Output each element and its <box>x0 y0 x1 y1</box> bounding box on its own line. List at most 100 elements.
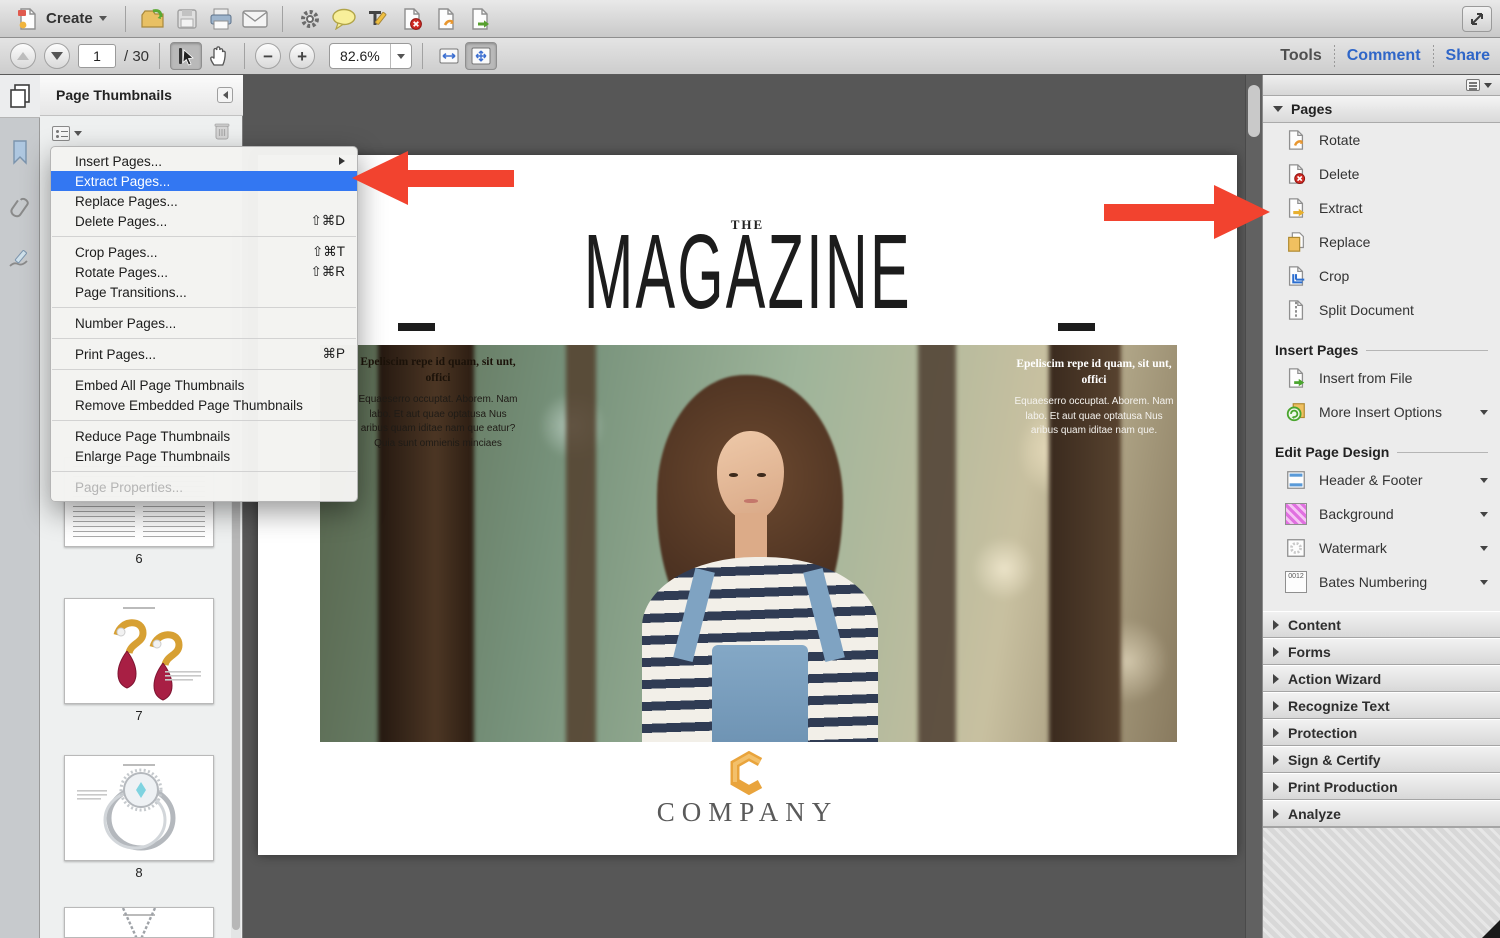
split-document-tool[interactable]: Split Document <box>1263 293 1500 327</box>
zoom-level-value: 82.6% <box>330 48 390 64</box>
page-total-label: / 30 <box>124 48 149 65</box>
forms-section-header[interactable]: Forms <box>1263 638 1500 665</box>
settings-button[interactable] <box>293 4 327 34</box>
caption-title: Epeliscim repe id quam, sit unt, offici <box>1014 357 1174 388</box>
share-tab[interactable]: Share <box>1446 47 1490 65</box>
crop-pages-tool[interactable]: Crop <box>1263 259 1500 293</box>
hand-tool-button[interactable] <box>202 42 234 70</box>
more-insert-options-tool[interactable]: More Insert Options <box>1263 395 1500 429</box>
analyze-section-header[interactable]: Analyze <box>1263 800 1500 827</box>
menu-item-reduce-thumbnails[interactable]: Reduce Page Thumbnails <box>51 426 357 446</box>
menu-item-crop-pages[interactable]: Crop Pages... ⇧⌘T <box>51 242 357 262</box>
menu-item-insert-pages[interactable]: Insert Pages... <box>51 151 357 171</box>
chevron-down-icon[interactable] <box>1484 83 1492 88</box>
extract-pages-button[interactable] <box>463 4 497 34</box>
previous-page-button[interactable] <box>10 43 36 69</box>
fit-width-button[interactable] <box>433 42 465 70</box>
fullscreen-toggle-button[interactable] <box>1462 6 1492 32</box>
thumbnail-page-7[interactable] <box>64 598 214 704</box>
extract-pages-tool[interactable]: Extract <box>1263 191 1500 225</box>
disclosure-right-icon <box>1273 782 1279 792</box>
select-tool-button[interactable] <box>170 42 202 70</box>
rotate-pages-tool[interactable]: Rotate <box>1263 123 1500 157</box>
background-icon <box>1285 503 1307 525</box>
chevron-down-icon <box>99 16 107 21</box>
collapse-panel-button[interactable] <box>217 87 233 103</box>
eye <box>757 473 766 477</box>
create-button[interactable]: Create <box>8 5 115 33</box>
print-button[interactable] <box>204 4 238 34</box>
menu-item-extract-pages[interactable]: Extract Pages... <box>51 171 357 191</box>
delete-pages-button[interactable] <box>395 4 429 34</box>
divider <box>1334 45 1335 67</box>
thumbnail-page-8[interactable] <box>64 755 214 861</box>
menu-item-delete-pages[interactable]: Delete Pages... ⇧⌘D <box>51 211 357 231</box>
open-file-button[interactable] <box>136 4 170 34</box>
menu-item-remove-embedded-thumbnails[interactable]: Remove Embedded Page Thumbnails <box>51 395 357 415</box>
menu-item-print-pages[interactable]: Print Pages... ⌘P <box>51 344 357 364</box>
tools-tab[interactable]: Tools <box>1280 47 1321 65</box>
paperclip-icon <box>9 195 31 221</box>
menu-separator <box>52 236 356 237</box>
chevron-down-icon <box>1480 580 1488 585</box>
replace-pages-button[interactable] <box>429 4 463 34</box>
disclosure-right-icon <box>1273 728 1279 738</box>
background-tool[interactable]: Background <box>1263 497 1500 531</box>
thumbnail-page-number: 6 <box>64 551 214 566</box>
protection-section-header[interactable]: Protection <box>1263 719 1500 746</box>
comment-tab[interactable]: Comment <box>1347 47 1421 65</box>
print-production-section-header[interactable]: Print Production <box>1263 773 1500 800</box>
email-button[interactable] <box>238 4 272 34</box>
watermark-tool[interactable]: Watermark <box>1263 531 1500 565</box>
menu-item-number-pages[interactable]: Number Pages... <box>51 313 357 333</box>
thumbnail-options-button[interactable] <box>52 126 82 141</box>
menu-item-embed-all-thumbnails[interactable]: Embed All Page Thumbnails <box>51 375 357 395</box>
signatures-pane-button[interactable] <box>0 238 40 282</box>
zoom-level-select[interactable]: 82.6% <box>329 43 412 69</box>
menu-item-enlarge-thumbnails[interactable]: Enlarge Page Thumbnails <box>51 446 357 466</box>
action-wizard-section-header[interactable]: Action Wizard <box>1263 665 1500 692</box>
sign-certify-section-header[interactable]: Sign & Certify <box>1263 746 1500 773</box>
zoom-in-button[interactable]: + <box>289 43 315 69</box>
submenu-arrow-icon <box>339 157 345 165</box>
menu-item-page-transitions[interactable]: Page Transitions... <box>51 282 357 302</box>
edit-text-button[interactable] <box>361 4 395 34</box>
header-footer-tool[interactable]: Header & Footer <box>1263 463 1500 497</box>
fit-page-button[interactable] <box>465 42 497 70</box>
thumbnail-page-number: 7 <box>64 708 214 723</box>
delete-thumbnail-button[interactable] <box>213 121 231 146</box>
bookmarks-pane-button[interactable] <box>0 130 40 174</box>
save-button[interactable] <box>170 4 204 34</box>
gear-icon <box>299 8 321 30</box>
page-replace-icon <box>434 7 458 31</box>
scrollbar-thumb[interactable] <box>1248 85 1260 137</box>
delete-pages-tool[interactable]: Delete <box>1263 157 1500 191</box>
pages-section-header[interactable]: Pages <box>1263 96 1500 123</box>
next-page-button[interactable] <box>44 43 70 69</box>
insert-from-file-tool[interactable]: Insert from File <box>1263 361 1500 395</box>
recognize-text-section-header[interactable]: Recognize Text <box>1263 692 1500 719</box>
attachments-pane-button[interactable] <box>0 186 40 230</box>
divider <box>282 6 283 32</box>
trash-icon <box>213 121 231 141</box>
caption-body: Equaeserro occuptat. Aborem. Nam labo. E… <box>358 393 518 451</box>
page-thumbnails-pane-button[interactable] <box>0 75 40 118</box>
navigation-pane-strip <box>0 75 40 938</box>
content-section-header[interactable]: Content <box>1263 611 1500 638</box>
zoom-out-button[interactable]: − <box>255 43 281 69</box>
resize-grip[interactable] <box>1482 920 1500 938</box>
page-number-input[interactable] <box>78 44 116 68</box>
comment-button[interactable] <box>327 4 361 34</box>
options-list-icon <box>52 126 70 141</box>
panel-options-icon[interactable] <box>1466 79 1480 91</box>
thumbnail-page-9[interactable] <box>64 907 214 938</box>
replace-pages-tool[interactable]: Replace <box>1263 225 1500 259</box>
bates-numbering-tool[interactable]: 0012 Bates Numbering <box>1263 565 1500 599</box>
extract-page-icon <box>1285 197 1307 219</box>
document-page: THE MAGAZINE <box>258 155 1237 855</box>
menu-item-rotate-pages[interactable]: Rotate Pages... ⇧⌘R <box>51 262 357 282</box>
tools-panel: Pages Rotate Delete Extract <box>1262 75 1500 938</box>
disclosure-right-icon <box>1273 701 1279 711</box>
masthead-title: MAGAZINE <box>258 219 1237 325</box>
menu-item-replace-pages[interactable]: Replace Pages... <box>51 191 357 211</box>
